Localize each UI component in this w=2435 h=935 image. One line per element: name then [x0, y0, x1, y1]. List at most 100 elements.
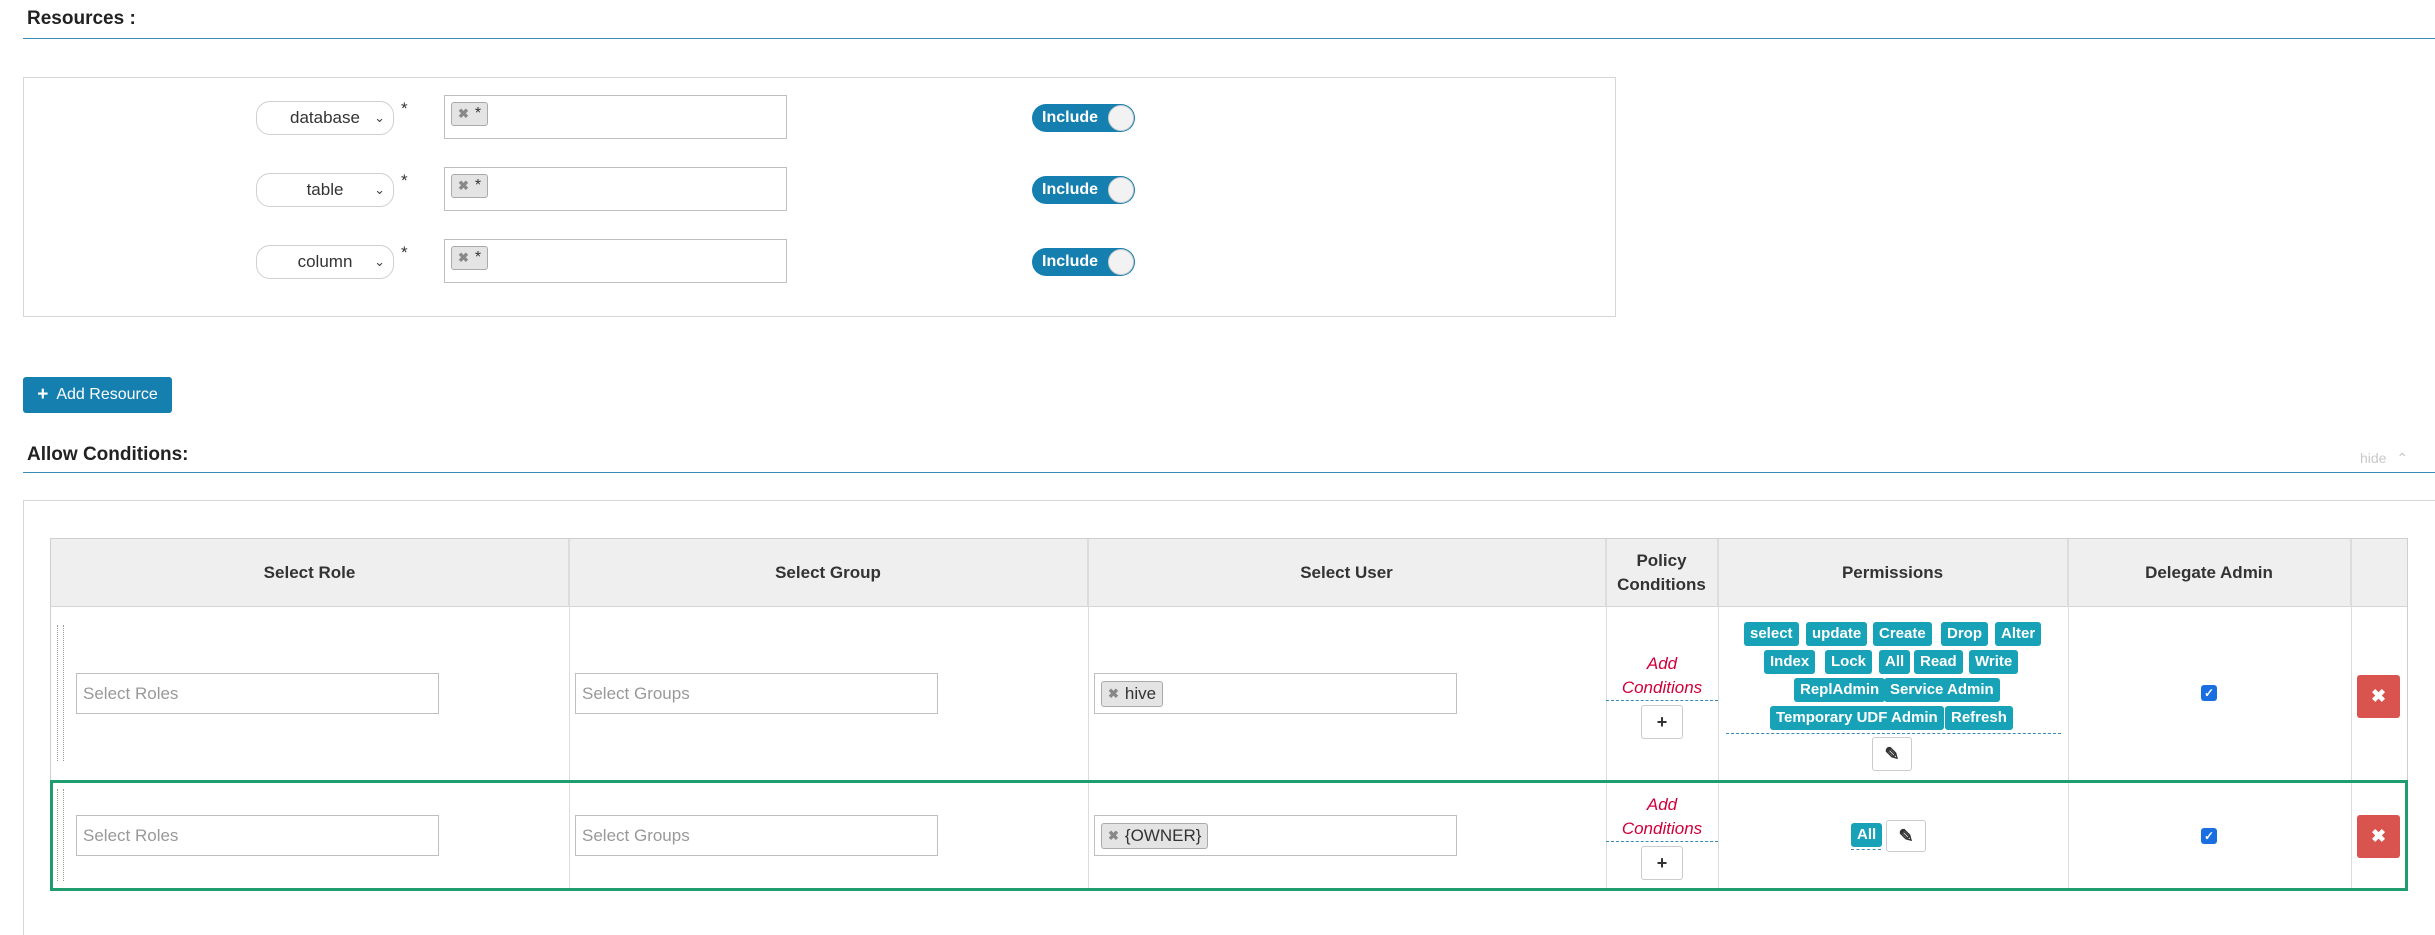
resource-value-tag: ✖ * [451, 174, 489, 198]
permission-badge: Service Admin [1884, 678, 2000, 702]
chevron-down-icon: ⌄ [374, 110, 385, 125]
toggle-knob [1108, 249, 1134, 275]
permissions-underline [1851, 849, 1881, 851]
include-toggle[interactable]: Include [1032, 248, 1135, 276]
remove-tag-icon[interactable]: ✖ [1108, 682, 1119, 706]
resource-row-column: column ⌄ * ✖ * Include [24, 239, 1615, 283]
delegate-admin-checkbox[interactable]: ✓ [2201, 685, 2217, 701]
resource-value-tag: ✖ * [451, 246, 489, 270]
toggle-knob [1108, 105, 1134, 131]
add-conditions-link[interactable]: Add Conditions [1606, 793, 1718, 842]
remove-tag-icon[interactable]: ✖ [1108, 824, 1119, 848]
add-conditions-text: Conditions [1621, 678, 1703, 697]
resource-type-select[interactable]: table ⌄ [256, 173, 394, 207]
header-select-group: Select Group [569, 539, 1088, 607]
remove-tag-icon[interactable]: ✖ [458, 250, 469, 266]
header-permissions: Permissions [1718, 539, 2068, 607]
header-label: Permissions [1841, 562, 1944, 582]
header-label: Policy [1636, 550, 1687, 570]
plus-icon: + [37, 384, 49, 405]
include-toggle[interactable]: Include [1032, 104, 1135, 132]
hide-toggle-link[interactable]: hide ⌃ [2360, 450, 2408, 467]
resource-value-text: * [474, 177, 482, 194]
column-divider [2351, 539, 2352, 890]
include-toggle[interactable]: Include [1032, 176, 1135, 204]
resource-type-select[interactable]: column ⌄ [256, 245, 394, 279]
header-policy-conditions: Policy Conditions [1606, 539, 1718, 607]
allow-conditions-title: Allow Conditions: [27, 444, 189, 465]
add-resource-button[interactable]: + Add Resource [23, 377, 172, 413]
resource-value-input[interactable]: ✖ * [444, 167, 787, 211]
select-roles-input[interactable]: Select Roles [76, 815, 439, 856]
permission-badge: select [1744, 622, 1799, 646]
row-drag-handle[interactable] [57, 789, 64, 881]
permission-badge: All [1851, 823, 1883, 847]
select-users-input[interactable]: ✖ {OWNER} [1094, 815, 1457, 856]
resource-type-label: table [306, 180, 344, 199]
header-select-user: Select User [1088, 539, 1606, 607]
allow-divider [23, 472, 2435, 473]
header-delegate-admin: Delegate Admin [2068, 539, 2351, 607]
add-conditions-link[interactable]: Add Conditions [1606, 652, 1718, 701]
resource-value-tag: ✖ * [451, 102, 489, 126]
select-users-input[interactable]: ✖ hive [1094, 673, 1457, 714]
chevron-down-icon: ⌄ [374, 254, 385, 269]
row-divider [51, 780, 2407, 781]
header-label: Delegate Admin [2145, 562, 2273, 582]
user-tag: ✖ hive [1101, 681, 1164, 707]
column-divider [2068, 539, 2069, 890]
permission-badge: Refresh [1945, 706, 2013, 730]
permission-badge: Lock [1825, 650, 1873, 674]
edit-permissions-button[interactable]: ✎ [1872, 737, 1912, 771]
add-condition-button[interactable]: + [1641, 846, 1683, 880]
include-toggle-label: Include [1042, 109, 1099, 126]
header-label: Select Group [775, 562, 881, 582]
user-tag-text: {OWNER} [1124, 826, 1202, 845]
resource-row-table: table ⌄ * ✖ * Include [24, 167, 1615, 211]
select-roles-input[interactable]: Select Roles [76, 673, 439, 714]
select-groups-input[interactable]: Select Groups [575, 815, 938, 856]
permissions-underline [1726, 733, 2061, 735]
permission-badge: All [1879, 650, 1911, 674]
delete-row-button[interactable]: ✖ [2357, 675, 2400, 718]
edit-permissions-button[interactable]: ✎ [1886, 820, 1926, 852]
permission-badge: Temporary UDF Admin [1770, 706, 1944, 730]
column-divider [1088, 539, 1089, 890]
resources-divider [23, 38, 2435, 39]
row-drag-handle[interactable] [57, 625, 64, 761]
pencil-icon: ✎ [1898, 825, 1914, 846]
close-icon: ✖ [2370, 826, 2387, 846]
add-conditions-text: Add [1646, 654, 1678, 673]
permission-badge: Drop [1941, 622, 1988, 646]
add-condition-button[interactable]: + [1641, 705, 1683, 739]
resource-value-input[interactable]: ✖ * [444, 239, 787, 283]
pencil-icon: ✎ [1884, 743, 1900, 764]
resource-value-input[interactable]: ✖ * [444, 95, 787, 139]
delete-row-button[interactable]: ✖ [2357, 815, 2400, 858]
user-tag: ✖ {OWNER} [1101, 823, 1209, 849]
resource-type-label: column [297, 252, 353, 271]
resource-row-database: database ⌄ * ✖ * Include [24, 95, 1615, 139]
permission-badge: ReplAdmin [1794, 678, 1886, 702]
conditions-table: Select Role Select Group Select User Pol… [50, 538, 2408, 891]
remove-tag-icon[interactable]: ✖ [458, 106, 469, 122]
add-resource-label: Add Resource [56, 386, 158, 403]
user-tag-text: hive [1124, 684, 1157, 703]
resources-panel: database ⌄ * ✖ * Include table ⌄ * ✖ * I… [23, 77, 1616, 317]
permission-badge: Index [1764, 650, 1816, 674]
close-icon: ✖ [2370, 686, 2387, 706]
add-conditions-text: Add [1646, 795, 1678, 814]
plus-icon: + [1656, 711, 1668, 732]
plus-icon: + [1656, 852, 1668, 873]
hide-label: hide [2360, 450, 2387, 466]
header-label: Select User [1300, 562, 1393, 582]
include-toggle-label: Include [1042, 253, 1099, 270]
select-groups-input[interactable]: Select Groups [575, 673, 938, 714]
resource-value-text: * [474, 105, 482, 122]
resource-value-text: * [474, 249, 482, 266]
resource-type-select[interactable]: database ⌄ [256, 101, 394, 135]
delegate-admin-checkbox[interactable]: ✓ [2201, 828, 2217, 844]
required-mark: * [401, 171, 408, 190]
remove-tag-icon[interactable]: ✖ [458, 178, 469, 194]
add-conditions-text: Conditions [1621, 819, 1703, 838]
